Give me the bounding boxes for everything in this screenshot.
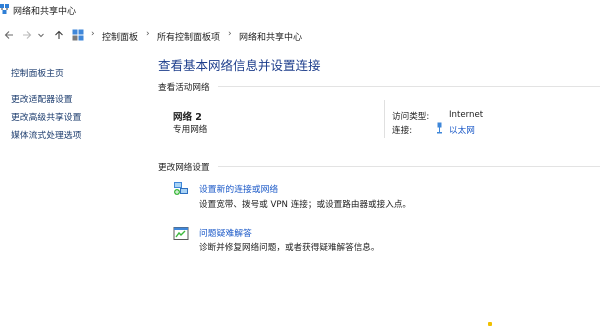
network-details-divider — [384, 100, 385, 138]
ethernet-connection-link[interactable]: 以太网 — [449, 124, 475, 136]
troubleshoot-problems-description: 诊断并修复网络问题，或者获得疑难解答信息。 — [199, 243, 380, 253]
troubleshoot-problems-link[interactable]: 问题疑难解答 — [199, 226, 252, 239]
network-center-icon — [0, 4, 9, 14]
page-title: 查看基本网络信息并设置连接 — [158, 58, 321, 73]
sidebar-item-advanced-sharing[interactable]: 更改高级共享设置 — [11, 110, 81, 123]
new-connection-icon — [174, 182, 188, 195]
back-button[interactable] — [2, 28, 16, 42]
recent-locations-button[interactable] — [34, 28, 48, 42]
access-type-value: Internet — [449, 110, 484, 120]
network-sharing-center-window: 网络和共享中心 › 控制面板 › 所有控制面板项 › 网络和共享中心 控制面板主… — [0, 0, 600, 327]
breadcrumb-separator-icon: › — [146, 29, 150, 39]
back-arrow-icon — [4, 31, 13, 39]
breadcrumb-item-all-items[interactable]: 所有控制面板项 — [157, 30, 220, 43]
forward-arrow-icon — [23, 31, 32, 39]
sidebar-item-adapter-settings[interactable]: 更改适配器设置 — [11, 92, 73, 105]
troubleshoot-icon — [173, 227, 189, 240]
setup-new-connection-link[interactable]: 设置新的连接或网络 — [199, 182, 278, 195]
corner-decoration — [488, 322, 492, 326]
active-networks-heading: 查看活动网络 — [158, 83, 210, 93]
breadcrumb-separator-icon: › — [91, 29, 95, 39]
setup-new-connection-description: 设置宽带、拨号或 VPN 连接；或设置路由器或接入点。 — [199, 200, 412, 210]
breadcrumb-item-network-center[interactable]: 网络和共享中心 — [239, 30, 302, 43]
connection-label: 连接: — [392, 126, 413, 136]
title-bar: 网络和共享中心 — [0, 0, 600, 22]
change-settings-heading: 更改网络设置 — [158, 163, 210, 173]
control-panel-icon — [72, 29, 84, 41]
ethernet-icon — [437, 122, 442, 134]
forward-button[interactable] — [20, 28, 34, 42]
up-arrow-icon — [55, 30, 63, 39]
breadcrumb-separator-icon: › — [228, 29, 232, 39]
breadcrumb-item-control-panel[interactable]: 控制面板 — [102, 30, 138, 43]
section-divider — [218, 166, 600, 167]
network-name: 网络 2 — [173, 112, 202, 123]
section-divider — [218, 86, 600, 87]
chevron-down-icon — [38, 33, 44, 38]
network-category: 专用网络 — [173, 125, 208, 135]
address-bar: › 控制面板 › 所有控制面板项 › 网络和共享中心 — [0, 26, 600, 46]
access-type-label: 访问类型: — [392, 112, 430, 122]
window-title: 网络和共享中心 — [13, 7, 77, 17]
sidebar-item-media-streaming[interactable]: 媒体流式处理选项 — [11, 128, 81, 141]
sidebar-item-control-panel-home[interactable]: 控制面板主页 — [11, 66, 64, 79]
up-button[interactable] — [52, 28, 66, 42]
